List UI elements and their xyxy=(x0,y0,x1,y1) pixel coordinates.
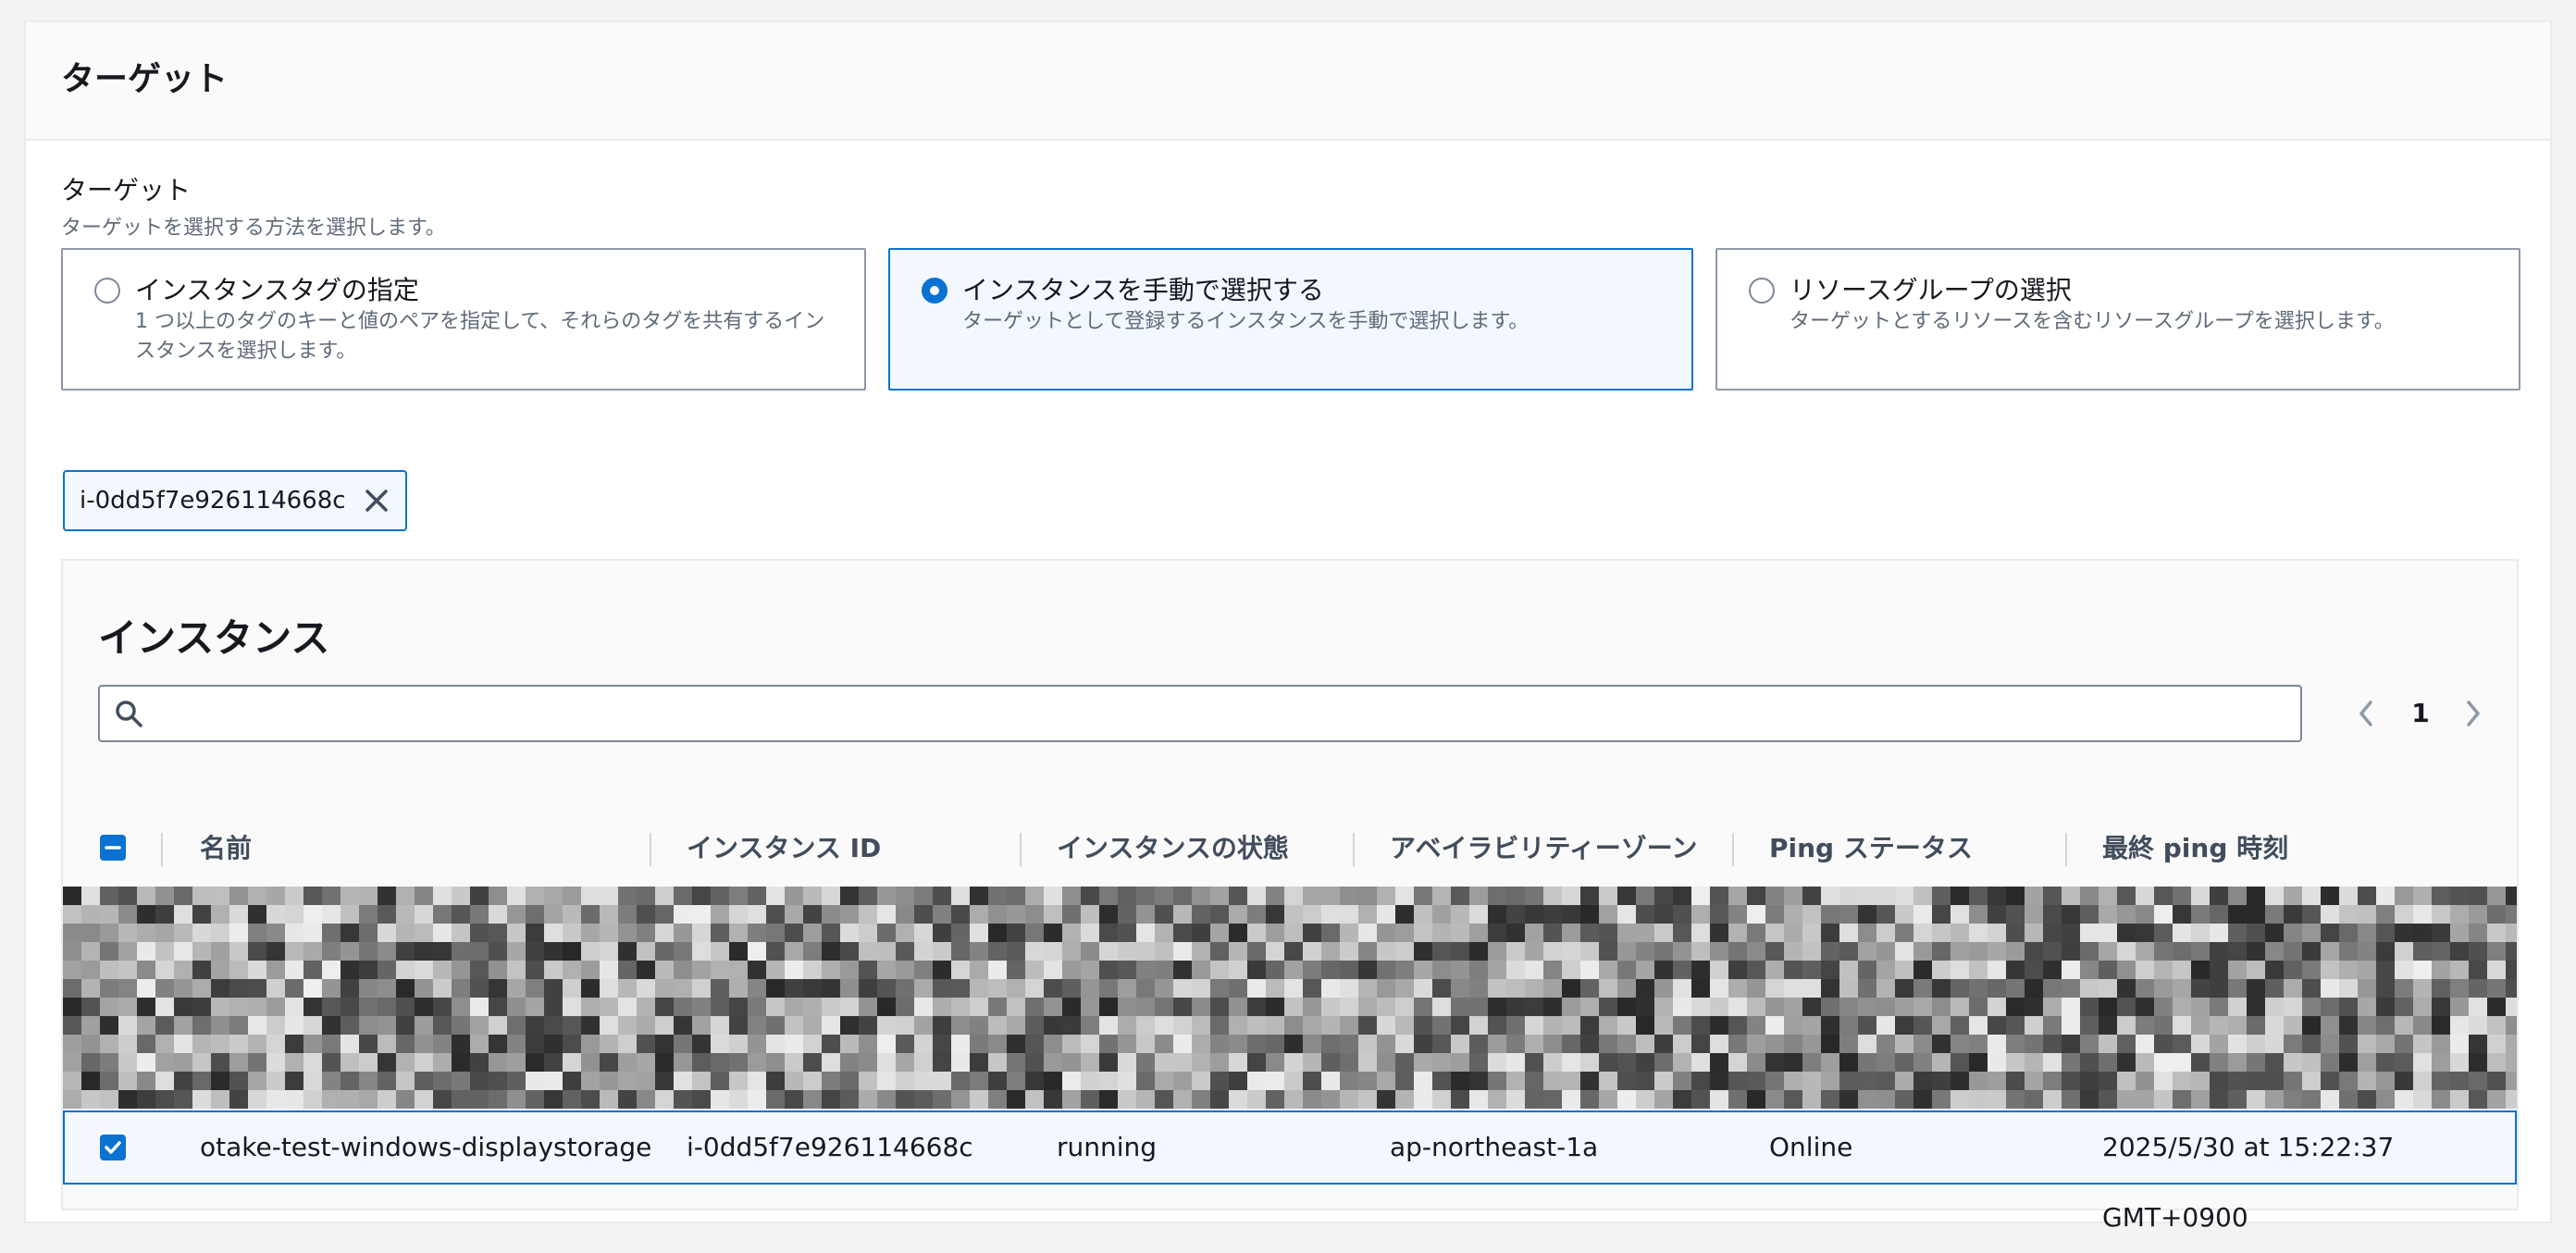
search-input[interactable] xyxy=(155,694,2287,735)
cell-ping-status: Online xyxy=(1769,1132,1853,1162)
table-row[interactable]: otake-test-windows-displaystorage i-0dd5… xyxy=(63,1110,2517,1233)
radio-button-selected[interactable] xyxy=(922,278,947,304)
column-divider[interactable] xyxy=(1020,833,1022,866)
column-header-instance-state[interactable]: インスタンスの状態 xyxy=(1057,811,1289,887)
row-checkbox[interactable] xyxy=(100,1135,126,1160)
column-divider xyxy=(161,833,163,866)
option-title: インスタンスを手動で選択する xyxy=(962,275,1324,305)
target-panel: ターゲット ターゲット ターゲットを選択する方法を選択します。 インスタンスタグ… xyxy=(24,20,2552,1233)
chevron-left-icon[interactable] xyxy=(2348,685,2385,742)
current-page[interactable]: 1 xyxy=(2402,685,2439,742)
cell-availability-zone: ap-northeast-1a xyxy=(1390,1132,1599,1162)
column-header-availability-zone[interactable]: アベイラビリティーゾーン xyxy=(1390,811,1697,887)
column-header-ping-status[interactable]: Ping ステータス xyxy=(1769,811,1973,887)
search-icon xyxy=(116,701,142,727)
panel-header: ターゲット xyxy=(26,22,2550,141)
select-all-checkbox[interactable] xyxy=(100,835,126,861)
column-header-name[interactable]: 名前 xyxy=(200,811,252,887)
cell-name: otake-test-windows-displaystorage xyxy=(200,1132,652,1162)
redacted-rows xyxy=(63,887,2517,1109)
token-label: i-0dd5f7e926114668c xyxy=(80,487,346,515)
selected-instance-token: i-0dd5f7e926114668c xyxy=(63,470,407,531)
column-header-last-ping-time[interactable]: 最終 ping 時刻 xyxy=(2102,811,2288,887)
radio-button[interactable] xyxy=(94,278,120,304)
option-title: リソースグループの選択 xyxy=(1790,275,2072,305)
target-option-manual-select[interactable]: インスタンスを手動で選択する ターゲットとして登録するインスタンスを手動で選択し… xyxy=(888,248,1693,391)
table-header: 名前 インスタンス ID インスタンスの状態 アベイラビリティーゾーン Ping… xyxy=(63,811,2517,888)
minus-icon xyxy=(105,846,121,850)
target-option-resource-group[interactable]: リソースグループの選択 ターゲットとするリソースを含むリソースグループを選択しま… xyxy=(1715,248,2520,391)
target-field-description: ターゲットを選択する方法を選択します。 xyxy=(61,217,446,240)
close-icon[interactable] xyxy=(361,485,392,516)
target-option-instance-tags[interactable]: インスタンスタグの指定 1 つ以上のタグのキーと値のペアを指定して、それらのタグ… xyxy=(61,248,866,391)
column-header-instance-id[interactable]: インスタンス ID xyxy=(687,811,881,887)
instances-table: 名前 インスタンス ID インスタンスの状態 アベイラビリティーゾーン Ping… xyxy=(63,811,2517,1233)
column-divider[interactable] xyxy=(1732,833,1734,866)
instance-search xyxy=(98,685,2302,742)
chevron-right-icon[interactable] xyxy=(2454,685,2491,742)
column-divider[interactable] xyxy=(650,833,651,866)
option-description: 1 つ以上のタグのキーと値のペアを指定して、それらのタグを共有するインスタンスを… xyxy=(135,310,825,363)
option-description: ターゲットとして登録するインスタンスを手動で選択します。 xyxy=(962,310,1530,333)
check-icon xyxy=(105,1141,121,1154)
cell-instance-id: i-0dd5f7e926114668c xyxy=(687,1132,973,1162)
option-title: インスタンスタグの指定 xyxy=(135,275,419,305)
column-divider[interactable] xyxy=(1353,833,1355,866)
instances-panel: インスタンス 1 名前 インスタンス ID インスタンスの状態 アベイラビリティ… xyxy=(61,559,2519,1233)
cell-last-ping-time: 2025/5/30 at 15:22:37 GMT+0900 xyxy=(2102,1132,2395,1233)
radio-button[interactable] xyxy=(1749,278,1775,304)
column-divider[interactable] xyxy=(2065,833,2067,866)
instances-title: インスタンス xyxy=(98,615,330,661)
option-description: ターゲットとするリソースを含むリソースグループを選択します。 xyxy=(1790,310,2395,333)
panel-title: ターゲット xyxy=(61,60,229,98)
target-field-label: ターゲット xyxy=(61,175,192,205)
cell-instance-state: running xyxy=(1057,1132,1158,1162)
